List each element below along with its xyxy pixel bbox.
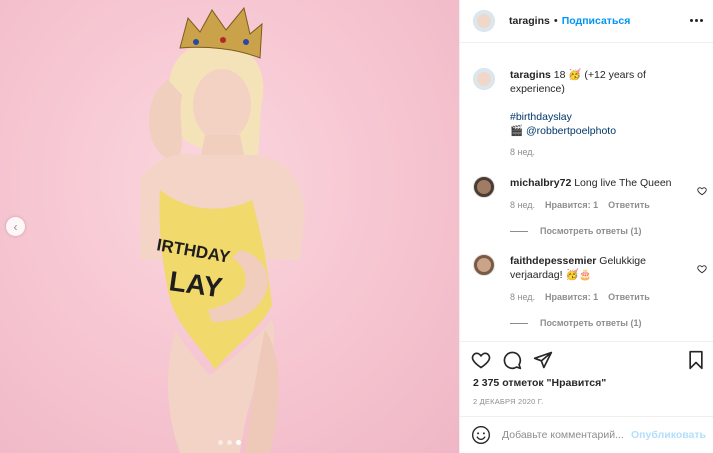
- follow-button[interactable]: Подписаться: [562, 15, 631, 27]
- post-actions-bar: 2 375 отметок "Нравится" 2 ДЕКАБРЯ 2020 …: [460, 341, 713, 411]
- view-replies-button[interactable]: Посмотреть ответы (1): [510, 318, 641, 328]
- comment-input[interactable]: Добавьте комментарий...: [502, 429, 630, 441]
- avatar[interactable]: [473, 68, 495, 90]
- action-icons: [471, 350, 553, 370]
- likes-count[interactable]: 2 375 отметок "Нравится": [473, 377, 606, 389]
- bookmark-icon[interactable]: [687, 350, 705, 370]
- comments-scroll-area[interactable]: taragins 18 🥳 (+12 years of experience) …: [460, 44, 713, 341]
- avatar[interactable]: [473, 176, 495, 198]
- post-modal: IRTHDAY LAY ‹ taragins • Подписаться tar…: [0, 0, 713, 453]
- view-replies-button[interactable]: Посмотреть ответы (1): [510, 226, 641, 236]
- reply-button[interactable]: Ответить: [608, 200, 650, 210]
- avatar[interactable]: [473, 10, 495, 32]
- comment-heart-icon[interactable]: [697, 264, 707, 274]
- view-replies-label: Посмотреть ответы (1): [540, 318, 642, 328]
- photo-illustration: IRTHDAY LAY: [140, 6, 305, 453]
- comment-item: michalbry72 Long live The Queen 8 нед. Н…: [473, 176, 707, 236]
- divider: [510, 230, 528, 232]
- post-author-username[interactable]: taragins: [509, 15, 550, 27]
- view-replies-label: Посмотреть ответы (1): [540, 226, 642, 236]
- prev-photo-button[interactable]: ‹: [6, 217, 25, 236]
- comment-body: faithdepessemier Gelukkige verjaardag! 🥳…: [510, 254, 685, 282]
- publish-button[interactable]: Опубликовать: [631, 429, 706, 441]
- carousel-dot: [218, 440, 223, 445]
- carousel-dots: [218, 440, 241, 445]
- divider: [510, 322, 528, 324]
- comment-username[interactable]: michalbry72: [510, 177, 571, 189]
- avatar[interactable]: [473, 254, 495, 276]
- comment-actions: 8 нед. Нравится: 1 Ответить: [510, 200, 650, 210]
- comment-actions: 8 нед. Нравится: 1 Ответить: [510, 292, 650, 302]
- comment-icon[interactable]: [502, 350, 522, 370]
- heart-icon[interactable]: [471, 350, 491, 370]
- header-separator: •: [553, 15, 558, 27]
- comment-username[interactable]: faithdepessemier: [510, 255, 596, 267]
- post-date: 2 ДЕКАБРЯ 2020 Г.: [473, 397, 544, 406]
- chevron-left-icon: ‹: [13, 219, 18, 234]
- caption-username[interactable]: taragins: [510, 69, 551, 81]
- comment-text: Long live The Queen: [574, 177, 672, 189]
- comment-body: michalbry72 Long live The Queen: [510, 176, 685, 198]
- comment-likes[interactable]: Нравится: 1: [545, 200, 598, 210]
- comment-item: faithdepessemier Gelukkige verjaardag! 🥳…: [473, 254, 707, 328]
- post-header: taragins • Подписаться: [460, 0, 713, 43]
- comment-time: 8 нед.: [510, 292, 536, 302]
- share-icon[interactable]: [533, 350, 553, 370]
- post-details-panel: taragins • Подписаться taragins 18 🥳 (+1…: [459, 0, 713, 453]
- carousel-dot-active: [236, 440, 241, 445]
- comment-time: 8 нед.: [510, 200, 536, 210]
- clapper-icon: 🎬: [510, 125, 524, 137]
- add-comment-bar: Добавьте комментарий... Опубликовать: [460, 416, 713, 453]
- post-photo[interactable]: IRTHDAY LAY ‹: [0, 0, 459, 453]
- carousel-dot: [227, 440, 232, 445]
- comment-likes[interactable]: Нравится: 1: [545, 292, 598, 302]
- caption: taragins 18 🥳 (+12 years of experience) …: [473, 68, 703, 138]
- reply-button[interactable]: Ответить: [608, 292, 650, 302]
- caption-credit-link[interactable]: @robbertpoelphoto: [526, 125, 616, 137]
- caption-text-block: taragins 18 🥳 (+12 years of experience) …: [510, 68, 690, 138]
- emoji-icon[interactable]: [471, 425, 491, 445]
- comment-heart-icon[interactable]: [697, 186, 707, 196]
- caption-hashtag[interactable]: #birthdayslay: [510, 111, 572, 123]
- caption-time: 8 нед.: [510, 147, 536, 157]
- more-icon[interactable]: [690, 15, 704, 25]
